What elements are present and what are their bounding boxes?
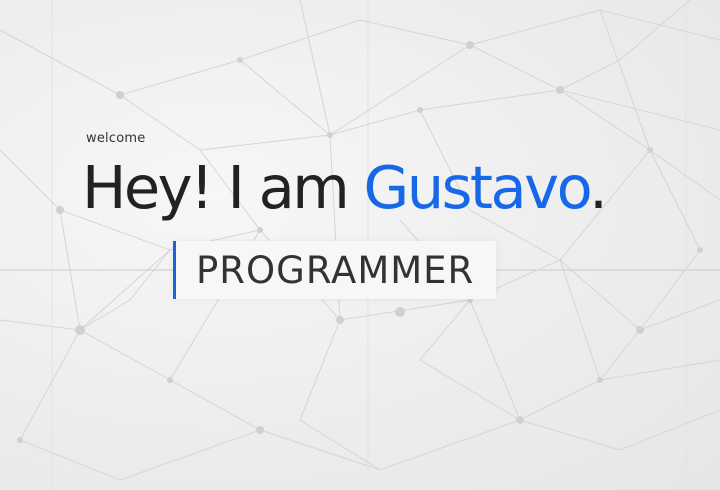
role-text: PROGRAMMER bbox=[196, 248, 475, 292]
role-box: PROGRAMMER bbox=[173, 241, 497, 299]
hero-headline: Hey! I am Gustavo. bbox=[82, 148, 608, 228]
greeting-text: Hey! I am bbox=[82, 153, 364, 222]
headline-period: . bbox=[589, 153, 608, 222]
welcome-label: welcome bbox=[86, 131, 146, 146]
name-highlight: Gustavo bbox=[363, 153, 592, 222]
hero-section: welcome Hey! I am Gustavo. PROGRAMMER bbox=[0, 0, 720, 490]
